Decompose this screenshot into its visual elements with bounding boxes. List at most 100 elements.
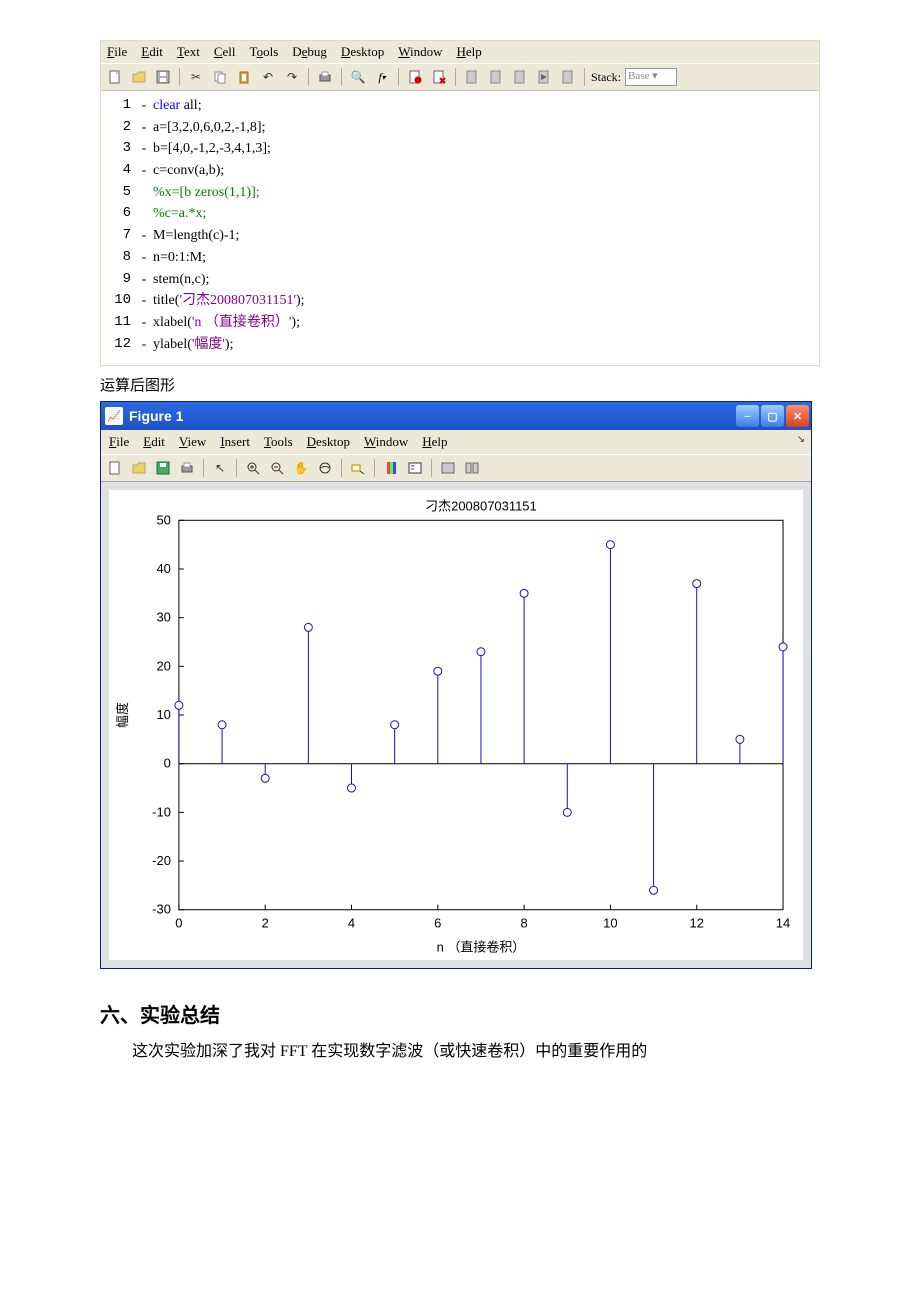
svg-text:50: 50 bbox=[156, 513, 170, 528]
figure-caption: 运算后图形 bbox=[100, 374, 820, 395]
redo-icon[interactable]: ↷ bbox=[282, 67, 302, 87]
section-paragraph: 这次实验加深了我对 FFT 在实现数字滤波（或快速卷积）中的重要作用的 bbox=[100, 1038, 820, 1065]
paste-icon[interactable] bbox=[234, 67, 254, 87]
figure-menu-bar: File Edit View Insert Tools Desktop Window Help… bbox=[101, 430, 811, 454]
find-icon[interactable]: 🔍 bbox=[348, 67, 368, 87]
maximize-button[interactable]: ▢ bbox=[761, 405, 784, 427]
show-tools-icon[interactable] bbox=[462, 458, 482, 478]
figmenu-edit[interactable]: Edit bbox=[143, 434, 165, 450]
menu-window[interactable]: Window bbox=[398, 44, 442, 60]
svg-text:刁杰200807031151: 刁杰200807031151 bbox=[425, 499, 537, 514]
svg-text:幅度: 幅度 bbox=[115, 702, 130, 728]
dock-arrow-icon[interactable]: ↘ bbox=[797, 434, 805, 445]
svg-text:12: 12 bbox=[690, 916, 704, 931]
editor-toolbar: ✂ ↶ ↷ 🔍 f▾ Stack: Base ▾ bbox=[101, 63, 819, 91]
svg-text:40: 40 bbox=[156, 561, 170, 576]
pointer-icon[interactable]: ↖ bbox=[210, 458, 230, 478]
pan-icon[interactable]: ✋ bbox=[291, 458, 311, 478]
code-line: 1-clear all; bbox=[101, 95, 819, 117]
legend-icon[interactable] bbox=[405, 458, 425, 478]
colorbar-icon[interactable] bbox=[381, 458, 401, 478]
figure-title-bar[interactable]: 📈 Figure 1 – ▢ ✕ bbox=[101, 402, 811, 430]
svg-text:n （直接卷积）: n （直接卷积） bbox=[437, 940, 526, 955]
editor-menu-bar: File Edit Text Cell Tools Debug Desktop Window H… bbox=[101, 41, 819, 63]
step-icon[interactable] bbox=[462, 67, 482, 87]
figmenu-file[interactable]: File bbox=[109, 434, 129, 450]
figure-toolbar: ↖ ✋ bbox=[101, 454, 811, 482]
svg-text:20: 20 bbox=[156, 659, 170, 674]
svg-text:8: 8 bbox=[521, 916, 528, 931]
zoom-out-icon[interactable] bbox=[267, 458, 287, 478]
rotate3d-icon[interactable] bbox=[315, 458, 335, 478]
code-line: 12-ylabel('幅度'); bbox=[101, 334, 819, 356]
svg-text:-20: -20 bbox=[152, 853, 171, 868]
step-out-icon[interactable] bbox=[510, 67, 530, 87]
run-icon[interactable] bbox=[534, 67, 554, 87]
svg-text:0: 0 bbox=[164, 756, 171, 771]
code-line: 11-xlabel('n （直接卷积）'); bbox=[101, 312, 819, 334]
function-icon[interactable]: f▾ bbox=[372, 67, 392, 87]
menu-debug[interactable]: Debug bbox=[292, 44, 327, 60]
svg-text:4: 4 bbox=[348, 916, 355, 931]
menu-help[interactable]: Help bbox=[457, 44, 482, 60]
save-figure-icon[interactable] bbox=[153, 458, 173, 478]
code-line: 9-stem(n,c); bbox=[101, 269, 819, 291]
code-line: 4-c=conv(a,b); bbox=[101, 160, 819, 182]
figmenu-tools[interactable]: Tools bbox=[264, 434, 293, 450]
undo-icon[interactable]: ↶ bbox=[258, 67, 278, 87]
menu-tools[interactable]: Tools bbox=[250, 44, 279, 60]
svg-text:14: 14 bbox=[776, 916, 790, 931]
code-line: 7-M=length(c)-1; bbox=[101, 225, 819, 247]
print-icon[interactable] bbox=[315, 67, 335, 87]
new-file-icon[interactable] bbox=[105, 67, 125, 87]
figmenu-insert[interactable]: Insert bbox=[220, 434, 250, 450]
figmenu-desktop[interactable]: Desktop bbox=[307, 434, 350, 450]
hide-tools-icon[interactable] bbox=[438, 458, 458, 478]
code-line: 2-a=[3,2,0,6,0,2,-1,8]; bbox=[101, 117, 819, 139]
menu-cell[interactable]: Cell bbox=[214, 44, 236, 60]
minimize-button[interactable]: – bbox=[736, 405, 759, 427]
figure-title: Figure 1 bbox=[129, 408, 734, 424]
breakpoint-set-icon[interactable] bbox=[405, 67, 425, 87]
svg-text:-10: -10 bbox=[152, 805, 171, 820]
figmenu-help[interactable]: Help bbox=[422, 434, 447, 450]
matlab-editor-window: File Edit Text Cell Tools Debug Desktop Window H… bbox=[100, 40, 820, 366]
matlab-figure-icon: 📈 bbox=[105, 407, 123, 425]
code-line: 10-title('刁杰200807031151'); bbox=[101, 290, 819, 312]
save-icon[interactable] bbox=[153, 67, 173, 87]
svg-text:-30: -30 bbox=[152, 902, 171, 917]
close-button[interactable]: ✕ bbox=[786, 405, 809, 427]
axes[interactable]: -30 -20 -10 0 10 20 30 40 50 0 2 4 6 8 10 12 14 刁杰2008070… bbox=[109, 490, 803, 960]
svg-text:2: 2 bbox=[262, 916, 269, 931]
menu-text[interactable]: Text bbox=[177, 44, 200, 60]
svg-text:10: 10 bbox=[156, 707, 170, 722]
figure-window: 📈 Figure 1 – ▢ ✕ File Edit View Insert Tools… bbox=[100, 401, 812, 969]
code-line: 8-n=0:1:M; bbox=[101, 247, 819, 269]
datacursor-icon[interactable] bbox=[348, 458, 368, 478]
open-figure-icon[interactable] bbox=[129, 458, 149, 478]
svg-text:0: 0 bbox=[175, 916, 182, 931]
code-line: 6 %c=a.*x; bbox=[101, 203, 819, 225]
stack-label: Stack: bbox=[591, 70, 621, 85]
code-line: 5 %x=[b zeros(1,1)]; bbox=[101, 182, 819, 204]
breakpoint-clear-icon[interactable] bbox=[429, 67, 449, 87]
code-line: 3-b=[4,0,-1,2,-3,4,1,3]; bbox=[101, 138, 819, 160]
step-in-icon[interactable] bbox=[486, 67, 506, 87]
svg-text:6: 6 bbox=[434, 916, 441, 931]
figmenu-window[interactable]: Window bbox=[364, 434, 408, 450]
exit-debug-icon[interactable] bbox=[558, 67, 578, 87]
new-figure-icon[interactable] bbox=[105, 458, 125, 478]
menu-desktop[interactable]: Desktop bbox=[341, 44, 384, 60]
menu-edit[interactable]: Edit bbox=[141, 44, 163, 60]
svg-text:30: 30 bbox=[156, 610, 170, 625]
copy-icon[interactable] bbox=[210, 67, 230, 87]
figmenu-view[interactable]: View bbox=[179, 434, 206, 450]
zoom-in-icon[interactable] bbox=[243, 458, 263, 478]
open-file-icon[interactable] bbox=[129, 67, 149, 87]
cut-icon[interactable]: ✂ bbox=[186, 67, 206, 87]
menu-file[interactable]: File bbox=[107, 44, 127, 60]
code-editor[interactable]: 1-clear all;2-a=[3,2,0,6,0,2,-1,8];3-b=[… bbox=[101, 91, 819, 365]
stack-select[interactable]: Base ▾ bbox=[625, 68, 677, 86]
svg-text:10: 10 bbox=[603, 916, 617, 931]
print-figure-icon[interactable] bbox=[177, 458, 197, 478]
